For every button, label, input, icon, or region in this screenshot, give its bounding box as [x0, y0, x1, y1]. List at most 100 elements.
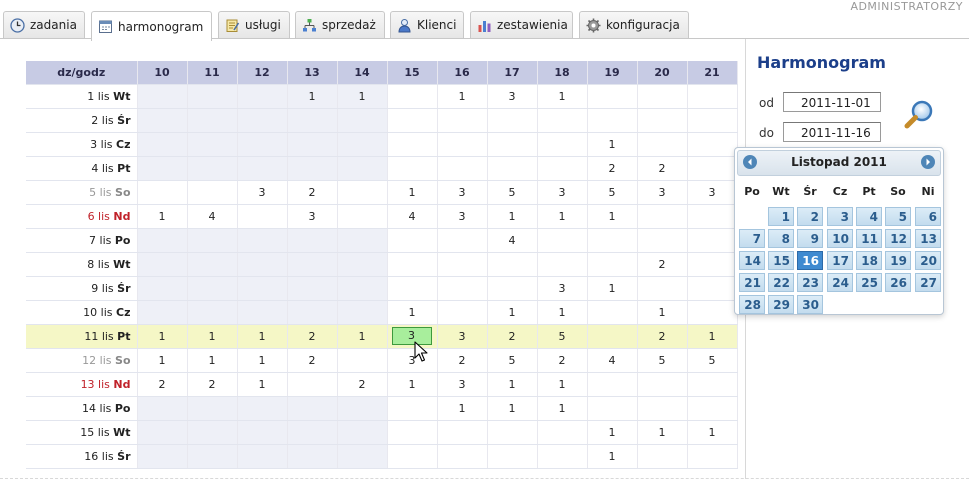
schedule-cell[interactable] [687, 84, 738, 109]
schedule-cell[interactable]: 1 [687, 420, 738, 445]
schedule-cell[interactable]: 3 [287, 204, 338, 229]
schedule-cell[interactable] [287, 396, 338, 421]
tab-harmonogram[interactable]: harmonogram [91, 11, 212, 41]
calendar-day[interactable]: 4 [856, 207, 882, 226]
schedule-cell[interactable]: 1 [487, 204, 538, 229]
schedule-cell[interactable] [187, 396, 238, 421]
schedule-cell[interactable] [237, 252, 288, 277]
schedule-cell[interactable] [137, 84, 188, 109]
schedule-cell[interactable] [637, 372, 688, 397]
schedule-cell[interactable] [637, 228, 688, 253]
calendar-day[interactable]: 13 [915, 229, 941, 248]
calendar-day[interactable]: 6 [915, 207, 941, 226]
schedule-cell[interactable] [587, 300, 638, 325]
schedule-cell[interactable] [337, 228, 388, 253]
tab-sprzedaz[interactable]: sprzedaż [295, 11, 385, 38]
schedule-cell[interactable] [687, 372, 738, 397]
tab-zadania[interactable]: zadania [3, 11, 85, 38]
schedule-cell-selected[interactable]: 3 [387, 324, 438, 349]
schedule-cell[interactable] [137, 252, 188, 277]
schedule-cell[interactable] [287, 300, 338, 325]
schedule-cell[interactable]: 2 [587, 156, 638, 181]
schedule-cell[interactable]: 2 [337, 372, 388, 397]
schedule-cell[interactable] [287, 156, 338, 181]
schedule-cell[interactable] [387, 444, 438, 469]
schedule-cell[interactable] [187, 420, 238, 445]
schedule-cell[interactable]: 1 [587, 132, 638, 157]
schedule-cell[interactable] [387, 84, 438, 109]
schedule-cell[interactable] [337, 276, 388, 301]
schedule-cell[interactable]: 5 [587, 180, 638, 205]
schedule-cell[interactable]: 1 [687, 324, 738, 349]
schedule-cell[interactable] [437, 444, 488, 469]
schedule-cell[interactable] [437, 276, 488, 301]
schedule-cell[interactable] [687, 228, 738, 253]
calendar-day[interactable]: 9 [797, 229, 823, 248]
schedule-cell[interactable]: 1 [537, 372, 588, 397]
schedule-cell[interactable] [137, 180, 188, 205]
schedule-cell[interactable]: 1 [387, 372, 438, 397]
schedule-cell[interactable]: 2 [287, 180, 338, 205]
schedule-cell[interactable] [687, 132, 738, 157]
schedule-cell[interactable] [137, 300, 188, 325]
schedule-cell[interactable]: 3 [437, 180, 488, 205]
schedule-cell[interactable]: 1 [537, 300, 588, 325]
schedule-cell[interactable] [487, 252, 538, 277]
schedule-cell[interactable]: 1 [337, 84, 388, 109]
calendar-day[interactable]: 8 [768, 229, 794, 248]
schedule-cell[interactable]: 2 [637, 324, 688, 349]
schedule-cell[interactable]: 1 [387, 180, 438, 205]
schedule-cell[interactable] [237, 444, 288, 469]
schedule-cell[interactable]: 1 [587, 444, 638, 469]
schedule-cell[interactable] [237, 420, 288, 445]
schedule-cell[interactable]: 5 [687, 348, 738, 373]
schedule-cell[interactable] [337, 396, 388, 421]
calendar-day[interactable]: 14 [739, 251, 765, 270]
schedule-cell[interactable]: 5 [537, 324, 588, 349]
schedule-cell[interactable] [537, 444, 588, 469]
schedule-cell[interactable] [537, 420, 588, 445]
schedule-cell[interactable] [337, 108, 388, 133]
schedule-cell[interactable]: 3 [487, 84, 538, 109]
calendar-day[interactable]: 23 [797, 273, 823, 292]
schedule-cell[interactable]: 1 [237, 348, 288, 373]
schedule-cell[interactable] [237, 228, 288, 253]
schedule-cell[interactable]: 1 [337, 324, 388, 349]
schedule-cell[interactable]: 1 [387, 300, 438, 325]
schedule-cell[interactable] [587, 252, 638, 277]
schedule-cell[interactable] [587, 372, 638, 397]
calendar-day[interactable]: 17 [827, 251, 853, 270]
schedule-cell[interactable] [137, 396, 188, 421]
calendar-day[interactable]: 20 [915, 251, 941, 270]
schedule-cell[interactable] [137, 420, 188, 445]
schedule-cell[interactable]: 1 [187, 348, 238, 373]
schedule-cell[interactable] [487, 108, 538, 133]
schedule-cell[interactable]: 1 [287, 84, 338, 109]
schedule-cell[interactable] [487, 420, 538, 445]
schedule-cell[interactable] [187, 444, 238, 469]
calendar-day[interactable]: 1 [768, 207, 794, 226]
schedule-cell[interactable]: 2 [437, 348, 488, 373]
schedule-cell[interactable]: 1 [137, 348, 188, 373]
schedule-cell[interactable] [187, 108, 238, 133]
schedule-cell[interactable]: 3 [537, 180, 588, 205]
schedule-cell[interactable] [387, 252, 438, 277]
schedule-cell[interactable] [237, 156, 288, 181]
schedule-cell[interactable] [537, 156, 588, 181]
schedule-cell[interactable] [637, 444, 688, 469]
schedule-cell[interactable]: 3 [237, 180, 288, 205]
schedule-cell[interactable] [287, 444, 338, 469]
calendar-day[interactable]: 19 [885, 251, 911, 270]
schedule-cell[interactable] [387, 108, 438, 133]
schedule-cell[interactable] [387, 420, 438, 445]
schedule-cell[interactable] [637, 396, 688, 421]
schedule-cell[interactable] [287, 420, 338, 445]
next-month-button[interactable] [921, 155, 935, 169]
schedule-cell[interactable]: 1 [487, 396, 538, 421]
schedule-cell[interactable] [237, 204, 288, 229]
schedule-cell[interactable]: 4 [487, 228, 538, 253]
schedule-cell[interactable]: 1 [237, 372, 288, 397]
schedule-cell[interactable] [687, 444, 738, 469]
schedule-cell[interactable]: 1 [537, 84, 588, 109]
schedule-cell[interactable] [187, 132, 238, 157]
